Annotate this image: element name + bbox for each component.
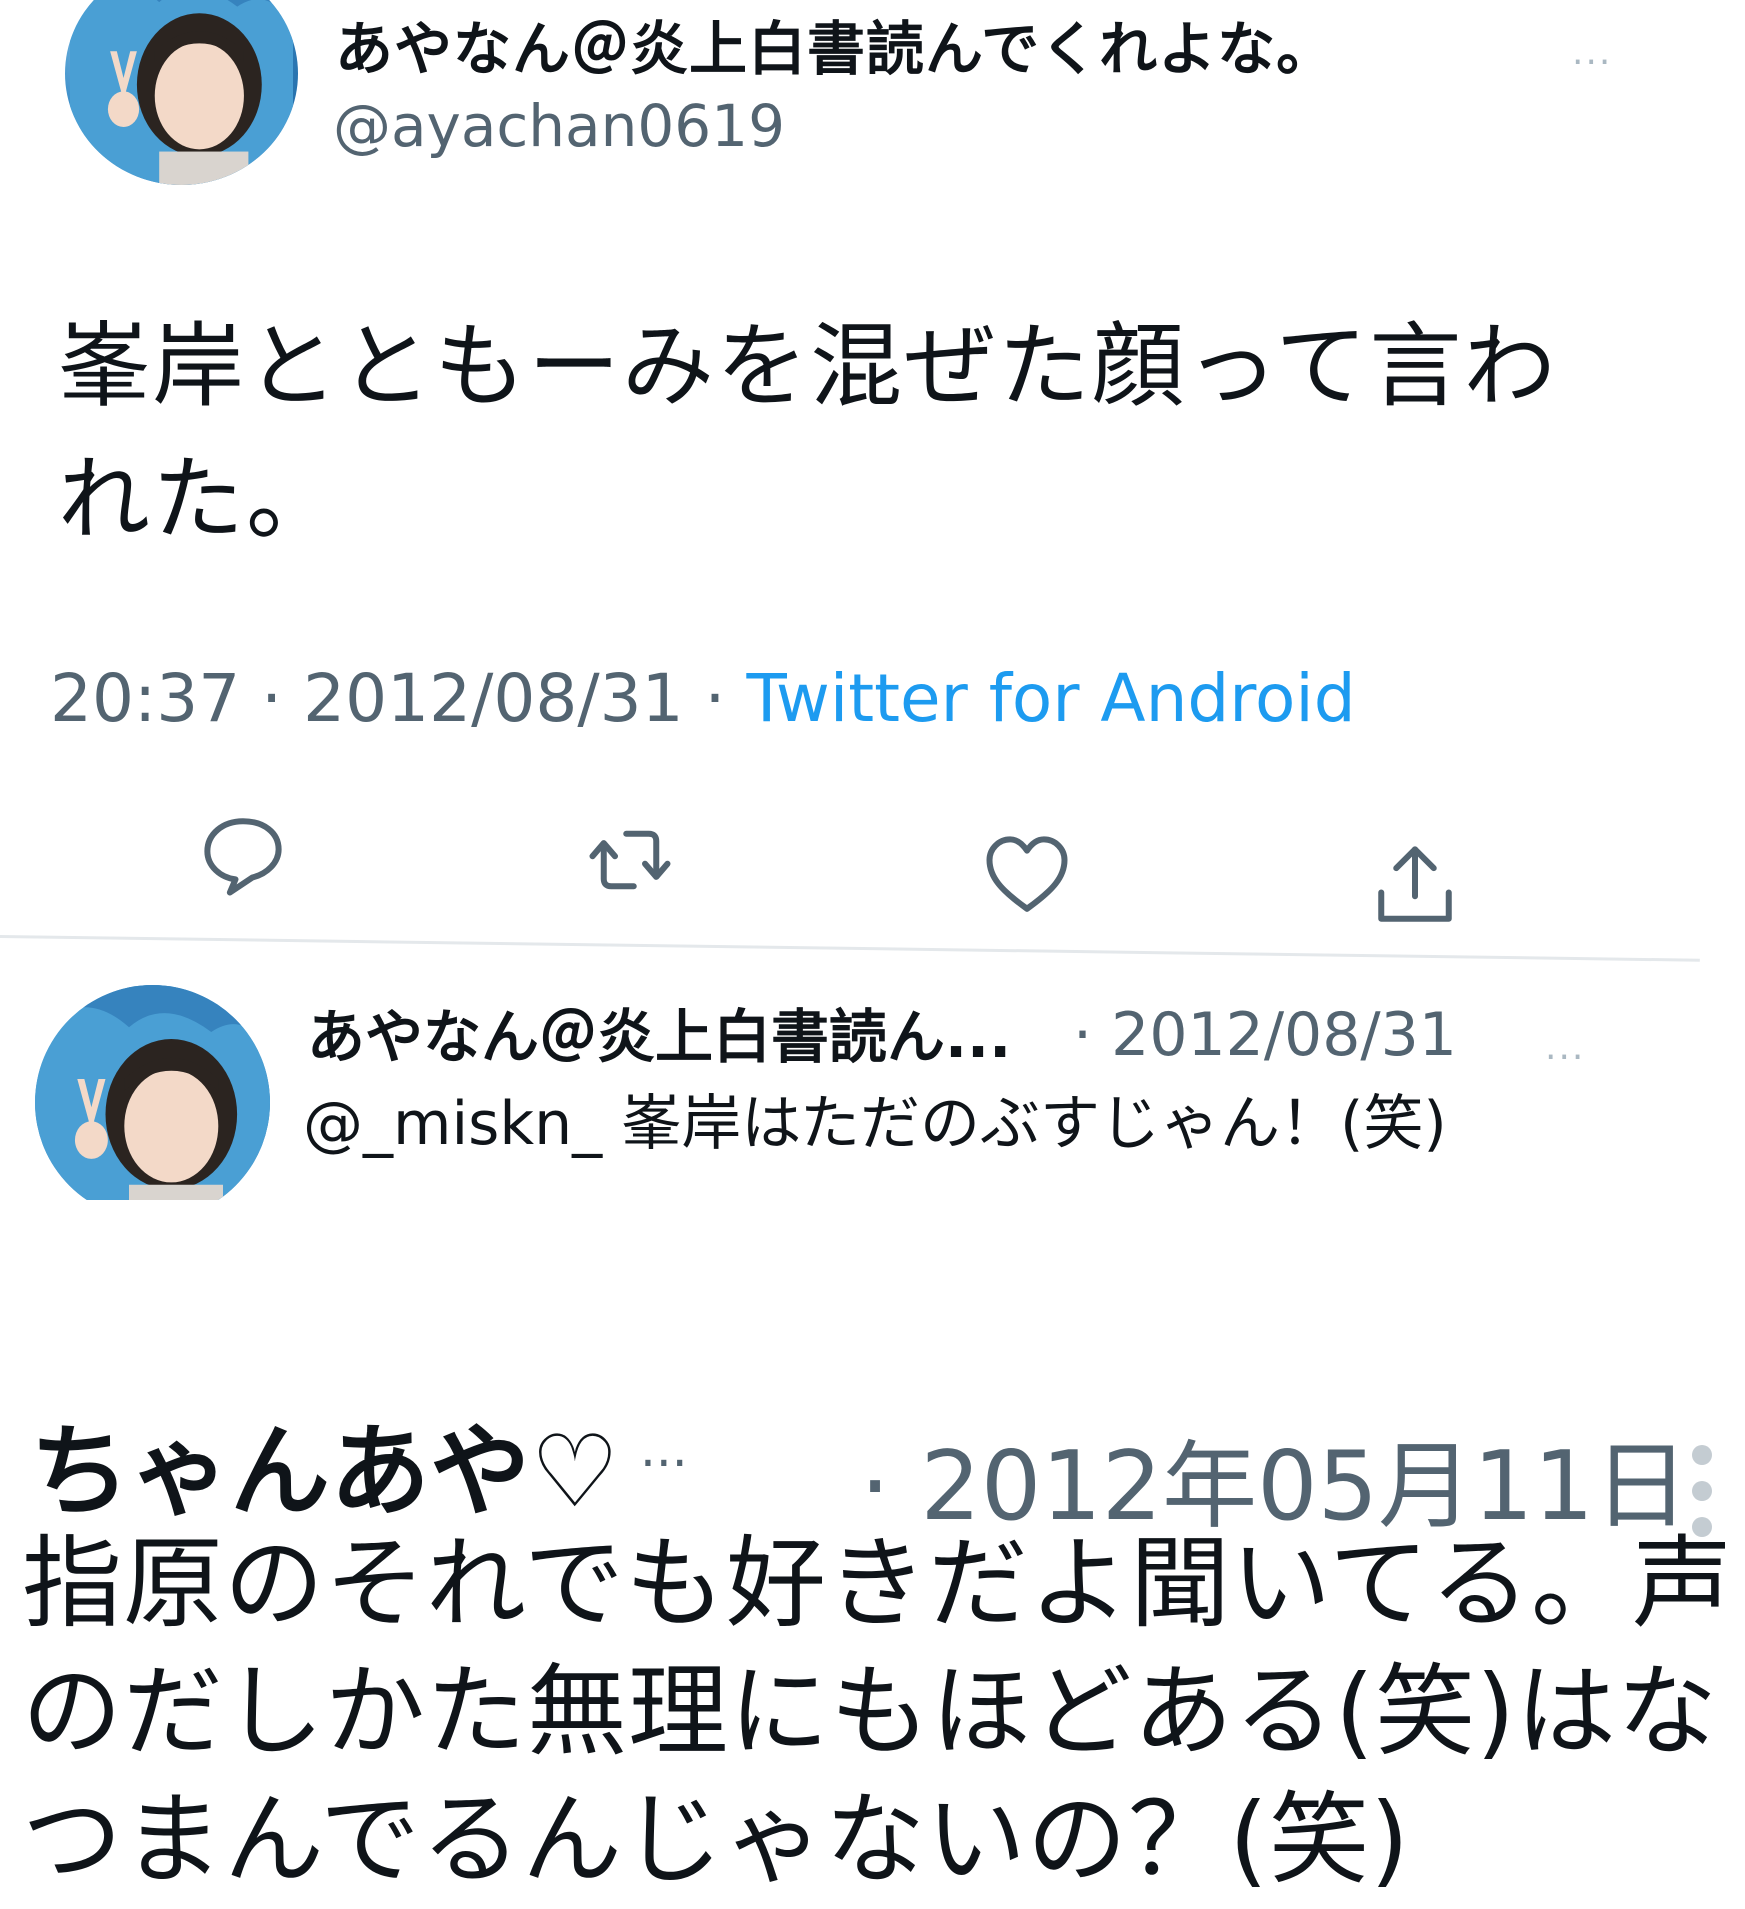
profile-avatar[interactable] — [35, 985, 270, 1200]
tweet-3: ちゃんあや♡ ... · 2012年05月11日 指原のそれでも好きだよ聞いてる… — [0, 1370, 1745, 1909]
more-options-icon[interactable]: ··· — [1545, 1037, 1585, 1078]
tweet-date[interactable]: · 2012/08/31 — [1073, 1000, 1457, 1070]
like-heart-icon[interactable] — [982, 830, 1072, 920]
tweet-text: 峯岸とともーみを混ぜた顔って言われた。 — [58, 313, 1558, 553]
tweet-2: あやなん＠炎上白書読ん... · 2012/08/31 ··· @_miskn_… — [0, 965, 1745, 1200]
dot — [1692, 1445, 1712, 1465]
tweet-divider — [0, 935, 1700, 962]
tweet-text: @_miskn_ 峯岸はただのぶすじゃん！(笑) — [303, 1089, 1447, 1159]
reply-icon[interactable] — [198, 810, 288, 900]
tweet-metadata: 20:37 · 2012/08/31 · Twitter for Android — [50, 660, 1356, 737]
tweet-actions — [0, 810, 1745, 922]
tweet-text: 指原のそれでも好きだよ聞いてる。声のだしかた無理にもほどある(笑)はなつまんでる… — [22, 1525, 1733, 1898]
avatar-photo-icon — [35, 985, 270, 1200]
name-truncation: ... — [640, 1420, 688, 1478]
display-name[interactable]: ちゃんあや♡ — [30, 1390, 620, 1535]
tweet-1: あやなん＠炎上白書読んでくれよな。 @ayachan0619 ··· 峯岸ととも… — [0, 0, 1745, 935]
more-options-icon[interactable]: ··· — [1572, 42, 1612, 83]
profile-avatar[interactable] — [65, 0, 298, 185]
dot — [1692, 1481, 1712, 1501]
tweet-source-link[interactable]: Twitter for Android — [747, 660, 1356, 737]
user-handle[interactable]: @ayachan0619 — [333, 92, 785, 160]
display-name[interactable]: あやなん＠炎上白書読んでくれよな。 — [335, 2, 1335, 86]
avatar-photo-icon — [70, 0, 293, 185]
display-name[interactable]: あやなん＠炎上白書読ん... — [307, 990, 1011, 1074]
separator: · — [683, 660, 747, 737]
tweet-date: 2012/08/31 — [303, 660, 684, 737]
tweet-time: 20:37 — [50, 660, 241, 737]
share-icon[interactable] — [1370, 840, 1460, 930]
separator: · — [240, 660, 304, 737]
retweet-icon[interactable] — [585, 815, 675, 905]
